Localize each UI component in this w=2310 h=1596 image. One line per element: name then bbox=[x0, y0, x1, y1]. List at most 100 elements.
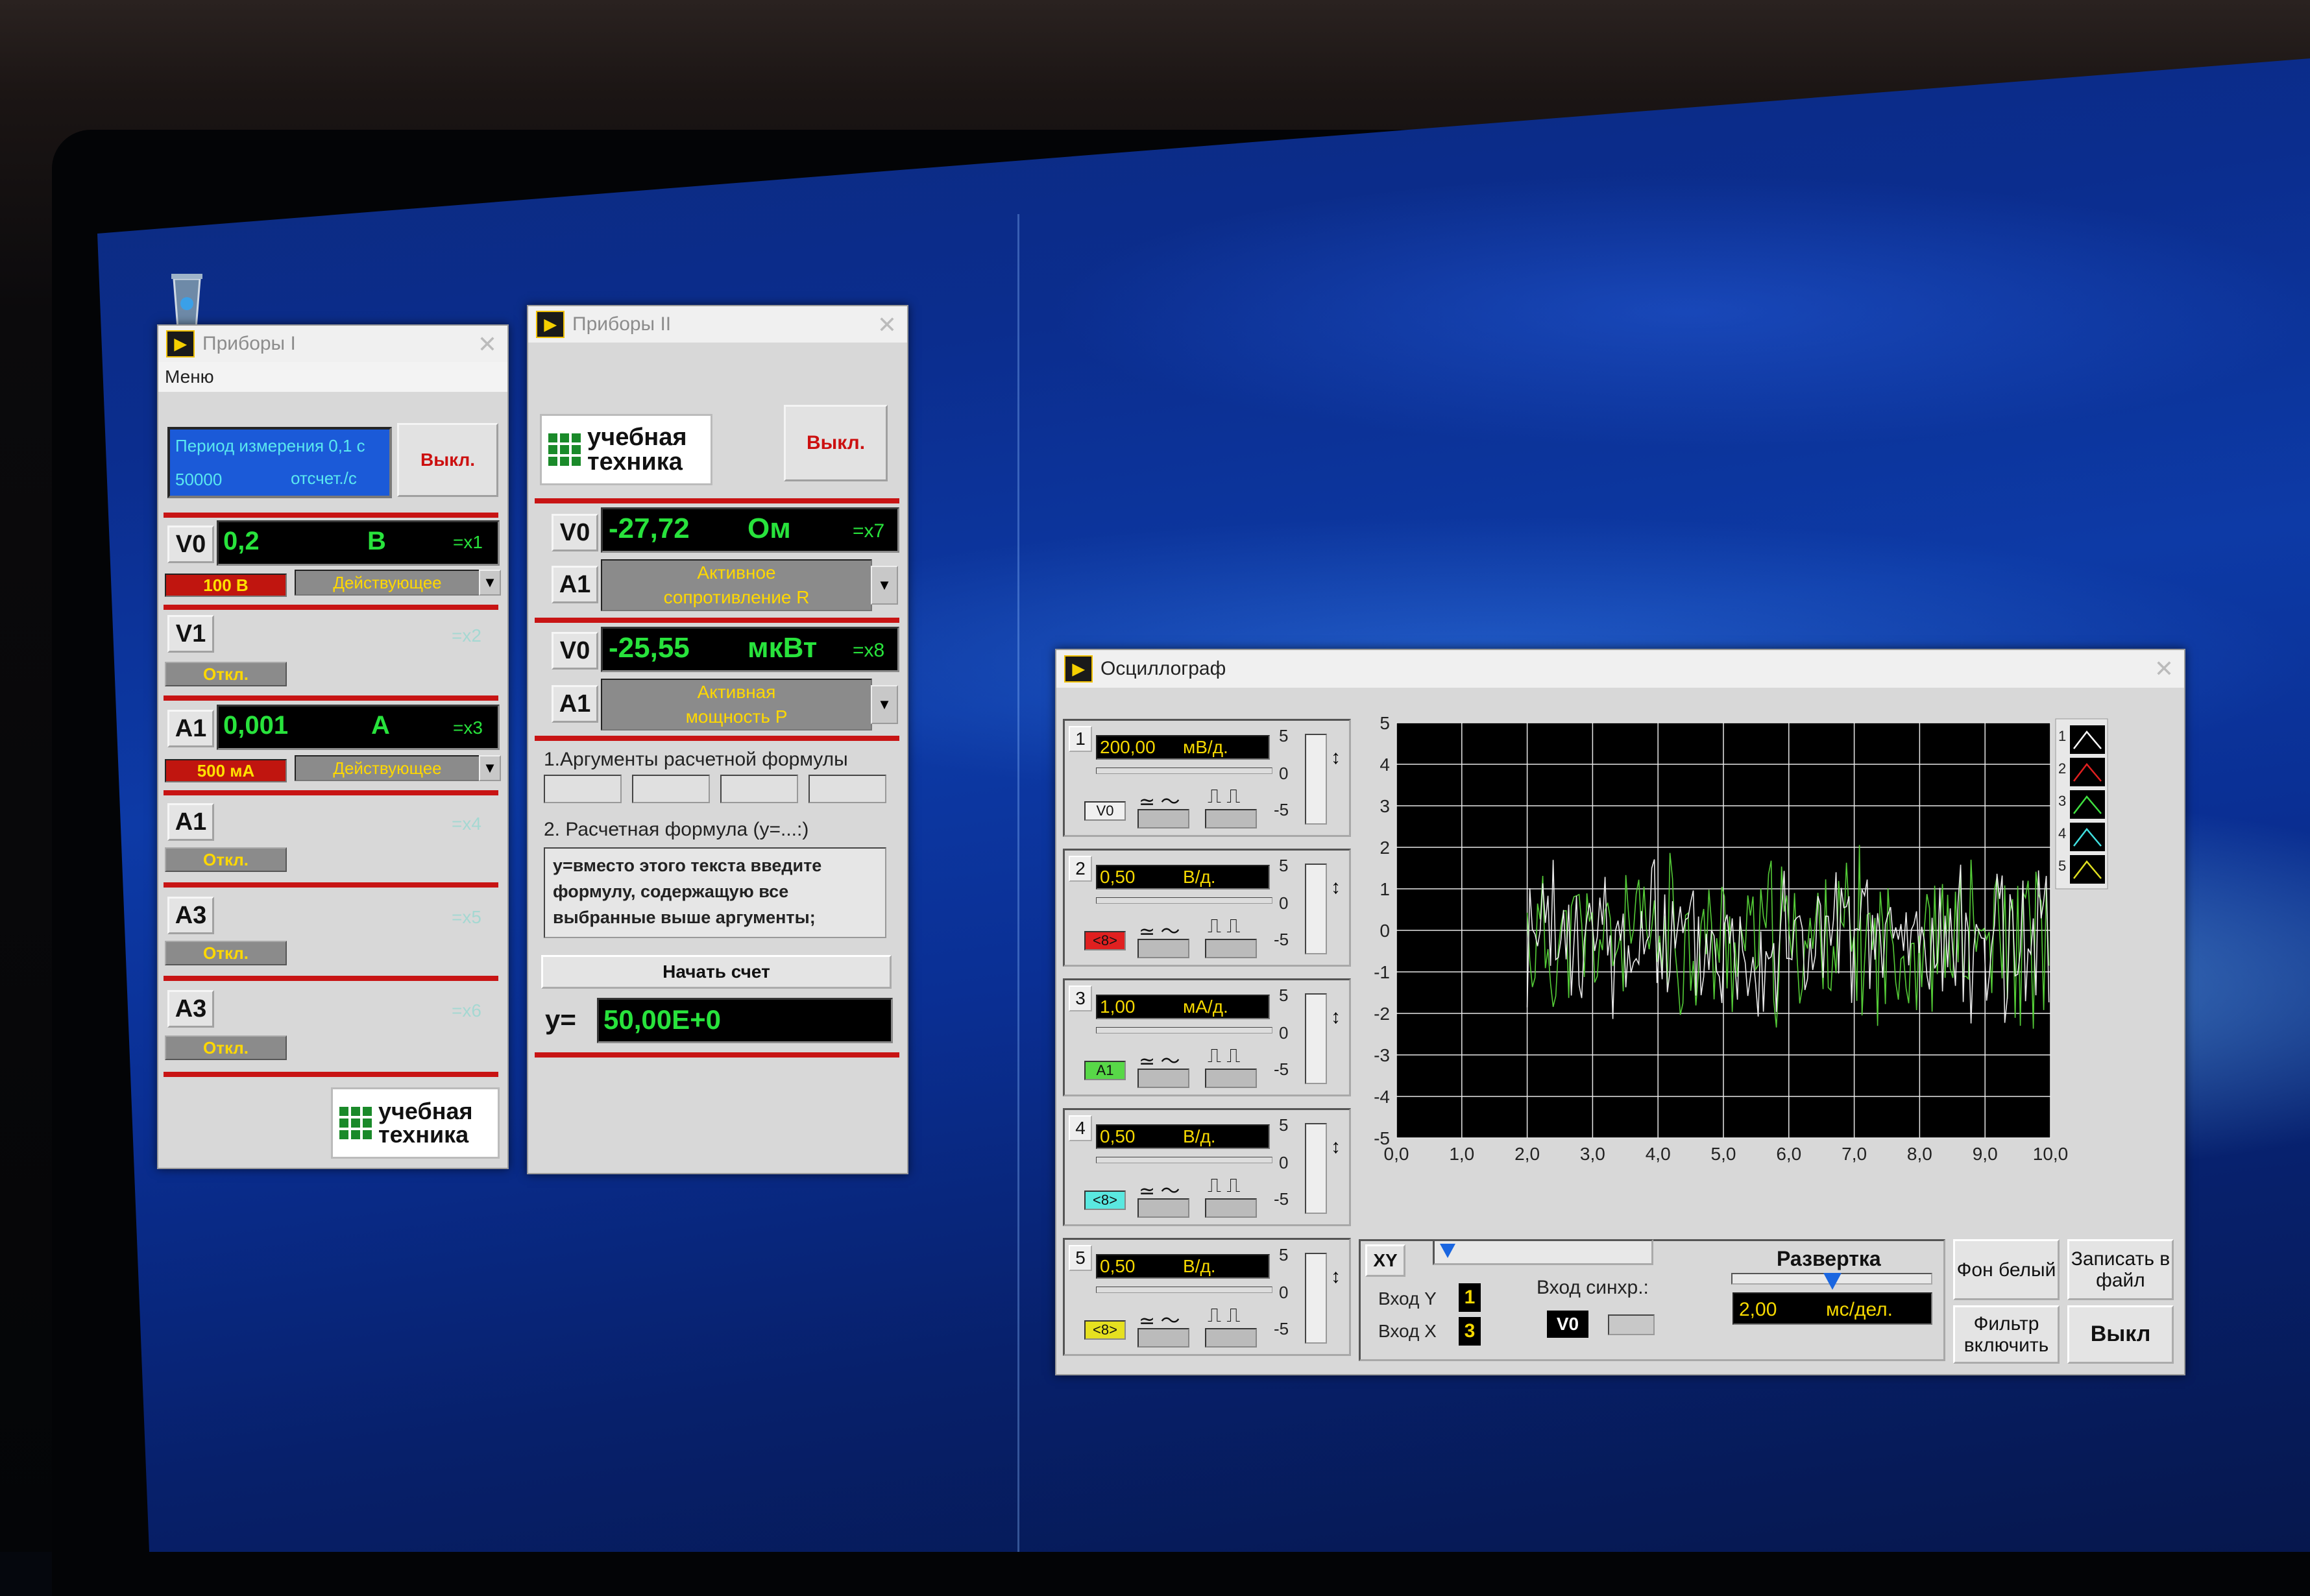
arg-field[interactable] bbox=[720, 775, 798, 803]
offset-slider[interactable] bbox=[1305, 993, 1327, 1084]
off-button[interactable]: Выкл. bbox=[397, 423, 498, 497]
arrow-updown-icon[interactable]: ↕ bbox=[1331, 747, 1341, 769]
recycle-bin-icon[interactable] bbox=[170, 266, 204, 331]
channel-scale-slider[interactable] bbox=[1096, 1157, 1272, 1163]
close-icon[interactable]: ✕ bbox=[877, 311, 897, 339]
channel-scale-display[interactable]: 200,00 мВ/д. bbox=[1096, 735, 1270, 760]
coupling-switch[interactable] bbox=[1137, 809, 1189, 828]
background-white-button[interactable]: Фон белый bbox=[1953, 1239, 2060, 1300]
period-label: Период измерения 0,1 с bbox=[175, 436, 365, 455]
sweep-display[interactable]: 2,00 мс/дел. bbox=[1732, 1292, 1932, 1325]
coupling-switch[interactable] bbox=[1137, 1328, 1189, 1348]
sync-input-value[interactable]: V0 bbox=[1547, 1311, 1588, 1338]
chevron-down-icon[interactable]: ▼ bbox=[479, 570, 501, 596]
pribory-1-window[interactable]: ▶ Приборы I ✕ Меню Период измерения 0,1 … bbox=[157, 324, 509, 1169]
input-y-value[interactable]: 1 bbox=[1459, 1283, 1481, 1312]
channel-group-5: 5 0,50 В/д. <8> ≃ ～ ⎍ ⎍ 5 0 -5 ↕ bbox=[1063, 1238, 1351, 1356]
channel-scale-slider[interactable] bbox=[1096, 1027, 1272, 1034]
input-x-value[interactable]: 3 bbox=[1459, 1317, 1481, 1346]
channel-scale-unit: В/д. bbox=[1183, 867, 1216, 887]
arrow-updown-icon[interactable]: ↕ bbox=[1331, 1266, 1341, 1288]
meter-2-param[interactable]: Активная мощность P bbox=[601, 679, 872, 731]
y-tick-label: 5 bbox=[1380, 714, 1390, 733]
mode-a1[interactable]: Действующее bbox=[295, 755, 480, 781]
trigger-icons[interactable]: ⎍ ⎍ bbox=[1208, 1175, 1240, 1197]
arg-field[interactable] bbox=[632, 775, 710, 803]
mode-v0[interactable]: Действующее bbox=[295, 570, 480, 596]
off-button[interactable]: Выкл. bbox=[784, 405, 888, 481]
coupling-switch[interactable] bbox=[1137, 939, 1189, 958]
channel-number[interactable]: 1 bbox=[1069, 726, 1092, 752]
channel-source-tag[interactable]: <8> bbox=[1084, 1191, 1126, 1210]
range-a1[interactable]: 500 мА bbox=[165, 759, 287, 782]
xy-slider[interactable] bbox=[1433, 1239, 1653, 1265]
chevron-down-icon[interactable]: ▼ bbox=[479, 755, 501, 781]
channel-source-tag[interactable]: <8> bbox=[1084, 931, 1126, 950]
coupling-switch[interactable] bbox=[1137, 1198, 1189, 1218]
channel-number[interactable]: 2 bbox=[1069, 856, 1092, 882]
pribory-2-titlebar[interactable]: ▶ Приборы II ✕ bbox=[528, 306, 907, 343]
channel-number[interactable]: 4 bbox=[1069, 1115, 1092, 1141]
close-icon[interactable]: ✕ bbox=[2154, 655, 2174, 683]
trigger-switch[interactable] bbox=[1205, 1069, 1257, 1088]
state-a1[interactable]: Откл. bbox=[165, 847, 287, 872]
arrow-updown-icon[interactable]: ↕ bbox=[1331, 1006, 1341, 1028]
channel-scale-display[interactable]: 0,50 В/д. bbox=[1096, 865, 1270, 889]
offset-slider[interactable] bbox=[1305, 864, 1327, 954]
channel-scale-slider[interactable] bbox=[1096, 1287, 1272, 1293]
coupling-switch[interactable] bbox=[1137, 1069, 1189, 1088]
oscilloscope-window[interactable]: ▶ Осциллограф ✕ 1 200,00 мВ/д. V0 ≃ ～ ⎍ ⎍ 5 0 -5… bbox=[1055, 649, 2185, 1375]
trigger-icons[interactable]: ⎍ ⎍ bbox=[1208, 1045, 1240, 1067]
off-button[interactable]: Выкл bbox=[2067, 1305, 2174, 1364]
channel-scale-slider[interactable] bbox=[1096, 897, 1272, 904]
meter-1-param[interactable]: Активное сопротивление R bbox=[601, 559, 872, 611]
channel-number[interactable]: 3 bbox=[1069, 985, 1092, 1011]
oscilloscope-titlebar[interactable]: ▶ Осциллограф ✕ bbox=[1056, 650, 2184, 688]
offset-slider[interactable] bbox=[1305, 734, 1327, 825]
trigger-switch[interactable] bbox=[1205, 809, 1257, 828]
channel-source-tag[interactable]: V0 bbox=[1084, 801, 1126, 821]
channel-scale-display[interactable]: 0,50 В/д. bbox=[1096, 1254, 1270, 1279]
state-v1[interactable]: Откл. bbox=[165, 662, 287, 686]
trigger-switch[interactable] bbox=[1205, 1328, 1257, 1348]
trigger-switch[interactable] bbox=[1205, 1198, 1257, 1218]
channel-source-tag[interactable]: <8> bbox=[1084, 1320, 1126, 1340]
sweep-slider[interactable] bbox=[1731, 1273, 1932, 1290]
filter-enable-button[interactable]: Фильтр включить bbox=[1953, 1305, 2060, 1364]
state-a3[interactable]: Откл. bbox=[165, 941, 287, 965]
trigger-switch[interactable] bbox=[1205, 939, 1257, 958]
menu-bar[interactable]: Меню bbox=[158, 362, 507, 392]
slider-thumb-icon[interactable] bbox=[1823, 1273, 1842, 1290]
channel-scale-unit: мА/д. bbox=[1183, 997, 1228, 1017]
menu-item[interactable]: Меню bbox=[165, 367, 214, 387]
pribory-1-titlebar[interactable]: ▶ Приборы I ✕ bbox=[158, 326, 507, 362]
save-to-file-button[interactable]: Записать в файл bbox=[2067, 1239, 2174, 1300]
chevron-down-icon[interactable]: ▼ bbox=[871, 566, 898, 605]
channel-scale-display[interactable]: 1,00 мА/д. bbox=[1096, 995, 1270, 1019]
xy-toggle[interactable]: XY bbox=[1365, 1244, 1405, 1277]
trigger-icons[interactable]: ⎍ ⎍ bbox=[1208, 915, 1240, 937]
trigger-icons[interactable]: ⎍ ⎍ bbox=[1208, 1305, 1240, 1327]
slider-thumb-icon[interactable] bbox=[1440, 1244, 1455, 1258]
close-icon[interactable]: ✕ bbox=[478, 331, 497, 358]
chevron-down-icon[interactable]: ▼ bbox=[871, 685, 898, 724]
trigger-icons[interactable]: ⎍ ⎍ bbox=[1208, 786, 1240, 808]
sync-level-slider[interactable] bbox=[1608, 1314, 1655, 1335]
pribory-2-window[interactable]: ▶ Приборы II ✕ учебная техника Выкл. V0 -… bbox=[527, 305, 908, 1174]
args-row[interactable] bbox=[544, 775, 899, 804]
arg-field[interactable] bbox=[544, 775, 622, 803]
arg-field[interactable] bbox=[808, 775, 886, 803]
formula-input[interactable]: y=вместо этого текста введите формулу, с… bbox=[544, 847, 886, 938]
channel-scale-display[interactable]: 0,50 В/д. bbox=[1096, 1124, 1270, 1149]
arrow-updown-icon[interactable]: ↕ bbox=[1331, 877, 1341, 899]
channel-scale-slider[interactable] bbox=[1096, 768, 1272, 774]
offset-slider[interactable] bbox=[1305, 1123, 1327, 1214]
meter-a3-xlabel: =x6 bbox=[452, 1000, 481, 1021]
state-a3[interactable]: Откл. bbox=[165, 1035, 287, 1060]
range-v0[interactable]: 100 В bbox=[165, 574, 287, 597]
channel-number[interactable]: 5 bbox=[1069, 1245, 1092, 1271]
arrow-updown-icon[interactable]: ↕ bbox=[1331, 1136, 1341, 1158]
channel-source-tag[interactable]: A1 bbox=[1084, 1061, 1126, 1080]
offset-slider[interactable] bbox=[1305, 1253, 1327, 1344]
start-calc-button[interactable]: Начать счет bbox=[541, 955, 892, 989]
